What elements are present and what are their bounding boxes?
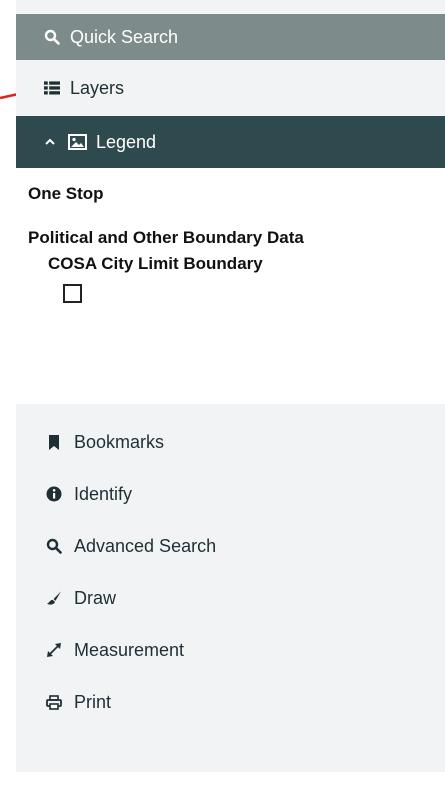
legend-map-title: One Stop (28, 184, 104, 203)
quick-search-label: Quick Search (70, 26, 179, 47)
draw-button[interactable]: Draw (16, 572, 445, 624)
search-icon (44, 29, 60, 45)
legend-group-label: Political and Other Boundary Data (28, 228, 304, 247)
legend-content: One Stop Political and Other Boundary Da… (16, 168, 445, 404)
advanced-search-button[interactable]: Advanced Search (16, 520, 445, 572)
tools-list: Bookmarks Identify Advanced Search Draw … (16, 404, 445, 728)
bookmarks-button[interactable]: Bookmarks (16, 416, 445, 468)
quick-search-button[interactable]: Quick Search (16, 14, 445, 60)
printer-icon (46, 694, 62, 710)
advanced-search-label: Advanced Search (74, 535, 217, 556)
draw-label: Draw (74, 587, 117, 608)
measurement-button[interactable]: Measurement (16, 624, 445, 676)
layers-button[interactable]: Layers (16, 60, 445, 116)
identify-label: Identify (74, 483, 133, 504)
side-panel: Quick Search Layers Legend One Stop Poli… (16, 0, 445, 772)
layers-label: Layers (70, 77, 125, 98)
bookmarks-label: Bookmarks (74, 431, 165, 452)
measurement-label: Measurement (74, 639, 185, 660)
identify-button[interactable]: Identify (16, 468, 445, 520)
brush-icon (46, 590, 62, 606)
legend-label: Legend (96, 131, 157, 152)
info-icon (46, 486, 62, 502)
legend-header-button[interactable]: Legend (16, 116, 445, 168)
bookmark-icon (46, 434, 62, 450)
list-icon (44, 80, 60, 96)
expand-arrows-icon (46, 642, 62, 658)
image-icon (67, 134, 87, 150)
search-icon (46, 538, 62, 554)
legend-layer-label: COSA City Limit Boundary (48, 254, 263, 273)
legend-symbol-swatch (63, 284, 82, 303)
print-label: Print (74, 691, 112, 712)
chevron-up-icon (42, 134, 58, 150)
panel-top-strip (16, 0, 445, 14)
print-button[interactable]: Print (16, 676, 445, 728)
